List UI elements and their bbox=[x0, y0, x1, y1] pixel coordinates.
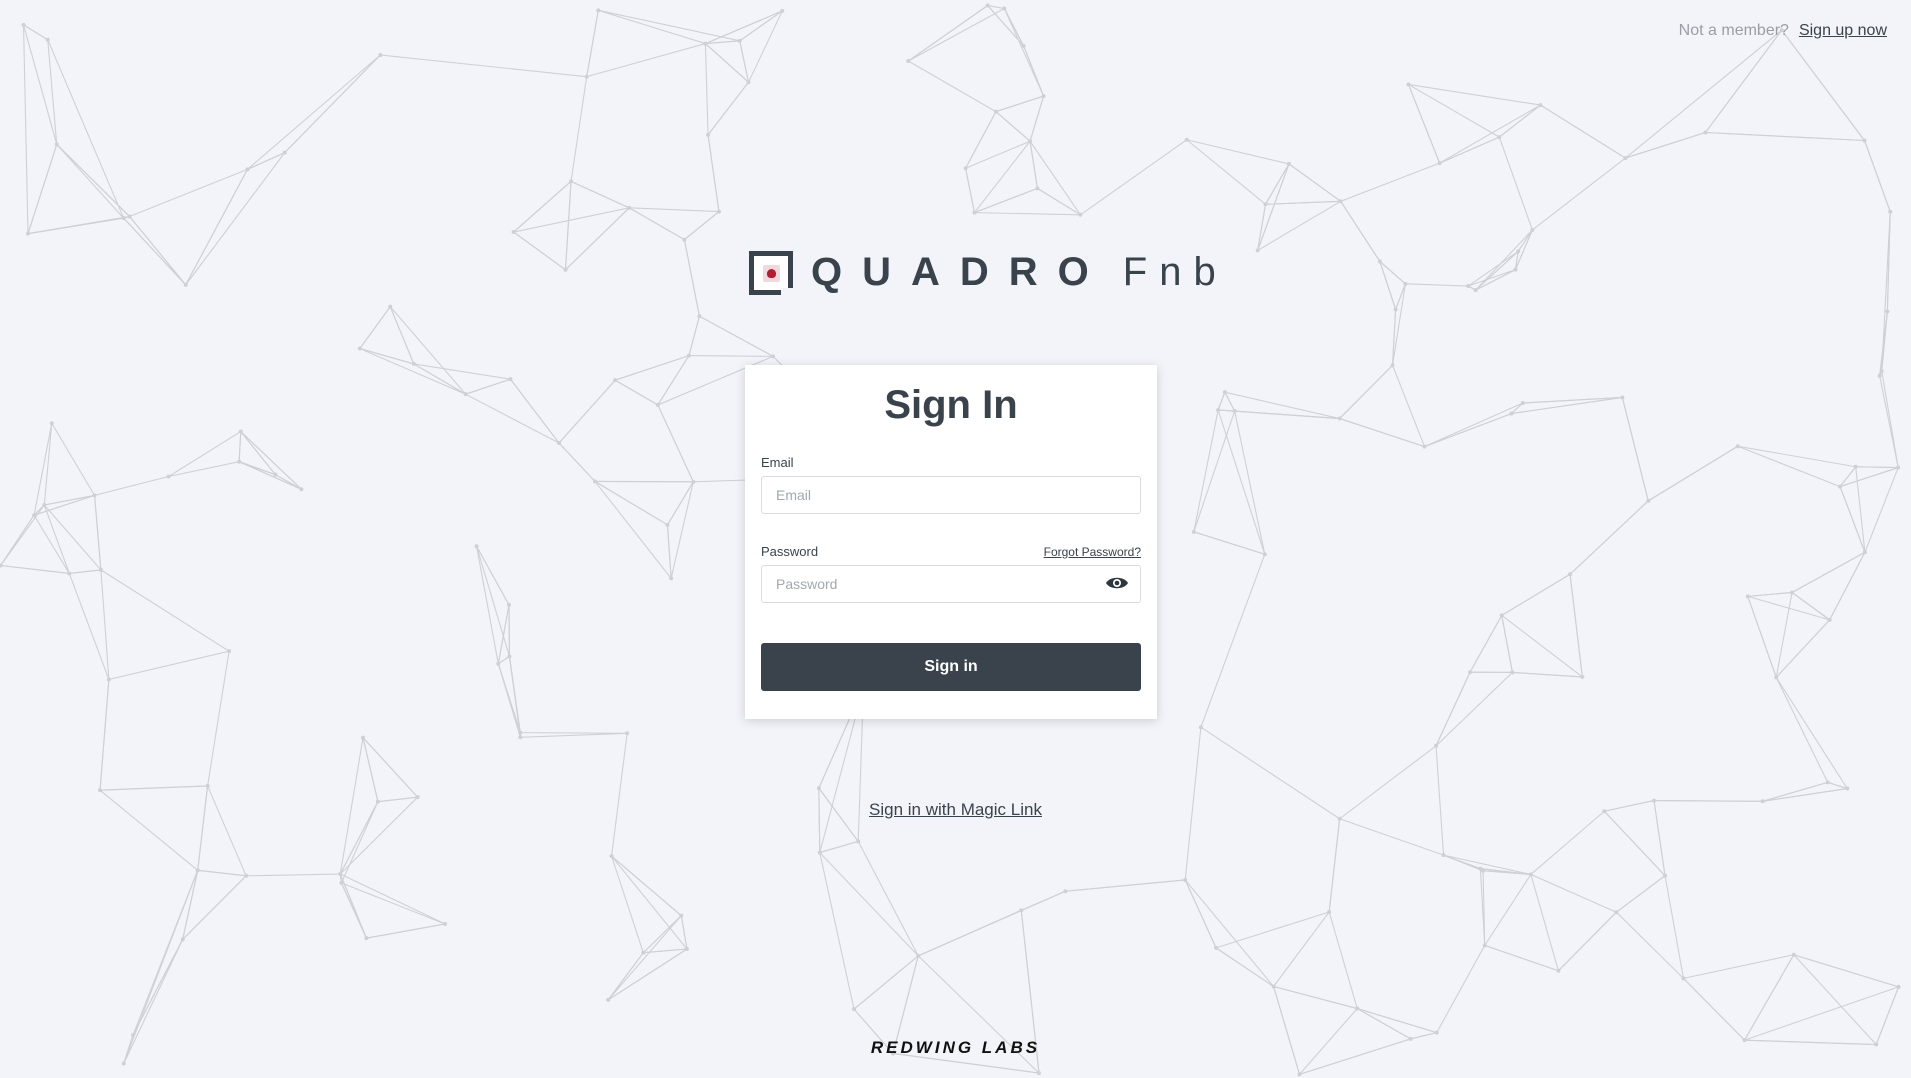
magic-link-row: Sign in with Magic Link bbox=[0, 800, 1911, 820]
login-page: Not a member? Sign up now QUADRO Fnb Sig… bbox=[0, 0, 1911, 1078]
signup-link[interactable]: Sign up now bbox=[1799, 22, 1887, 40]
footer-brand-logo: REDWING LABS bbox=[870, 1038, 1041, 1057]
eye-icon[interactable] bbox=[1105, 575, 1129, 591]
password-label: Password bbox=[761, 544, 819, 559]
email-field[interactable] bbox=[761, 476, 1141, 514]
topbar: Not a member? Sign up now bbox=[1679, 22, 1887, 40]
password-field[interactable] bbox=[761, 565, 1141, 603]
brand-logo: QUADRO Fnb bbox=[749, 250, 1228, 295]
email-label: Email bbox=[761, 455, 794, 470]
page-title: Sign In bbox=[884, 383, 1018, 427]
password-label-row: Password Forgot Password? bbox=[761, 544, 1141, 559]
logo-icon bbox=[749, 250, 793, 295]
brand-name: QUADRO bbox=[811, 250, 1109, 294]
signin-card: Sign In Email Password Forgot Password? … bbox=[745, 365, 1157, 719]
forgot-password-link[interactable]: Forgot Password? bbox=[1044, 545, 1141, 559]
password-wrapper bbox=[761, 559, 1141, 603]
brand-suffix: Fnb bbox=[1122, 250, 1228, 294]
signin-button[interactable]: Sign in bbox=[761, 643, 1141, 691]
magic-link[interactable]: Sign in with Magic Link bbox=[869, 800, 1042, 819]
not-member-text: Not a member? bbox=[1678, 22, 1789, 39]
